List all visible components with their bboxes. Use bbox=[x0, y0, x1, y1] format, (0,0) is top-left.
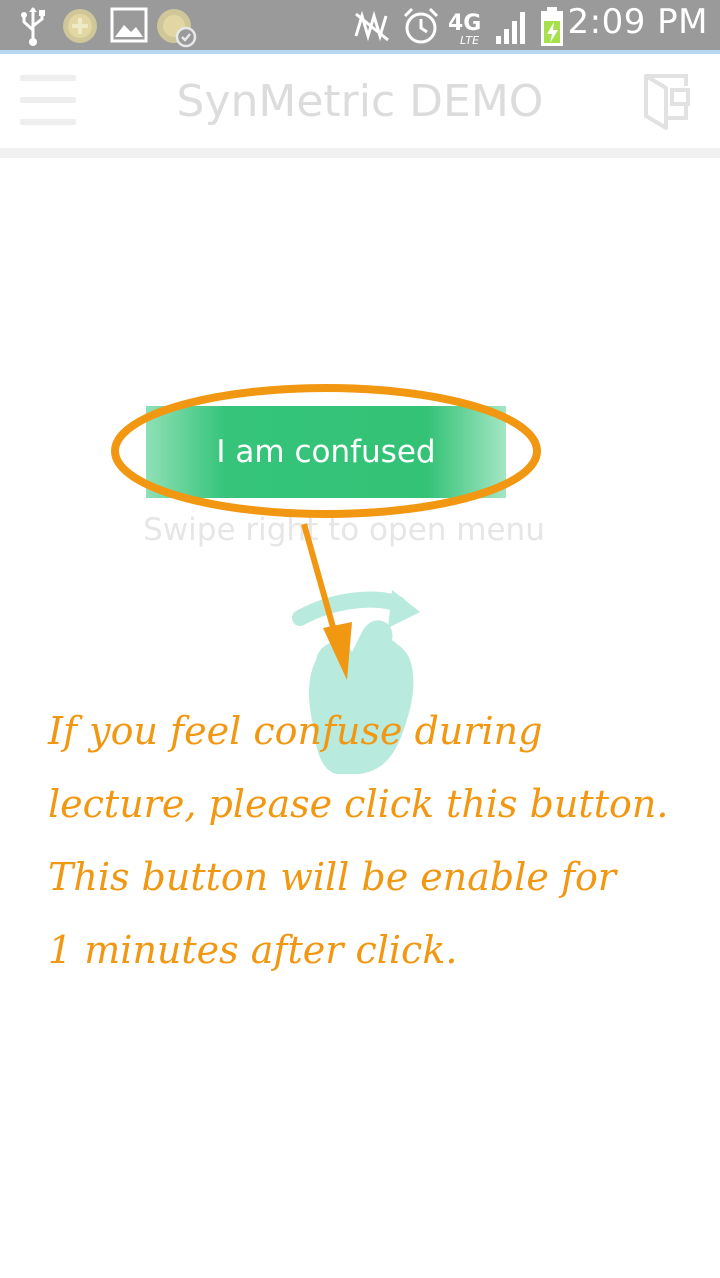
annotation-note: If you feel confuse during lecture, plea… bbox=[48, 700, 708, 992]
battery-charging-icon bbox=[541, 7, 563, 46]
swipe-hint-text: Swipe right to open menu bbox=[143, 512, 545, 548]
svg-text:4G: 4G bbox=[448, 11, 481, 36]
app-screen: 4G LTE 2:09 PM SynMetric DEMO I am confu… bbox=[0, 0, 720, 1278]
usb-icon bbox=[21, 7, 45, 46]
4g-lte-icon: 4G LTE bbox=[448, 11, 481, 46]
signal-bars-icon bbox=[496, 12, 525, 44]
annotation-line: If you feel confuse during bbox=[48, 709, 543, 753]
app-notification-icon bbox=[63, 9, 97, 43]
app-sync-icon bbox=[157, 9, 197, 48]
i-am-confused-label: I am confused bbox=[216, 434, 436, 470]
status-bar: 4G LTE 2:09 PM bbox=[0, 0, 720, 54]
app-title: SynMetric DEMO bbox=[176, 76, 544, 127]
exit-door-icon[interactable] bbox=[642, 72, 698, 132]
pointer-arrow-head bbox=[323, 622, 352, 680]
annotation-line: lecture, please click this button. bbox=[48, 782, 669, 826]
image-icon bbox=[110, 7, 148, 43]
action-bar-divider bbox=[0, 148, 720, 158]
alarm-icon bbox=[403, 7, 439, 44]
clock-time: 2:09 PM bbox=[567, 2, 708, 42]
action-bar: SynMetric DEMO bbox=[0, 54, 720, 150]
i-am-confused-button[interactable]: I am confused bbox=[146, 406, 506, 498]
no-signal-icon bbox=[354, 10, 389, 42]
highlight-annotation-overlay bbox=[111, 384, 541, 680]
annotation-line: This button will be enable for bbox=[48, 855, 617, 899]
swipe-gesture-overlay bbox=[292, 590, 420, 774]
annotation-line: 1 minutes after click. bbox=[48, 928, 458, 972]
svg-text:LTE: LTE bbox=[460, 34, 479, 46]
